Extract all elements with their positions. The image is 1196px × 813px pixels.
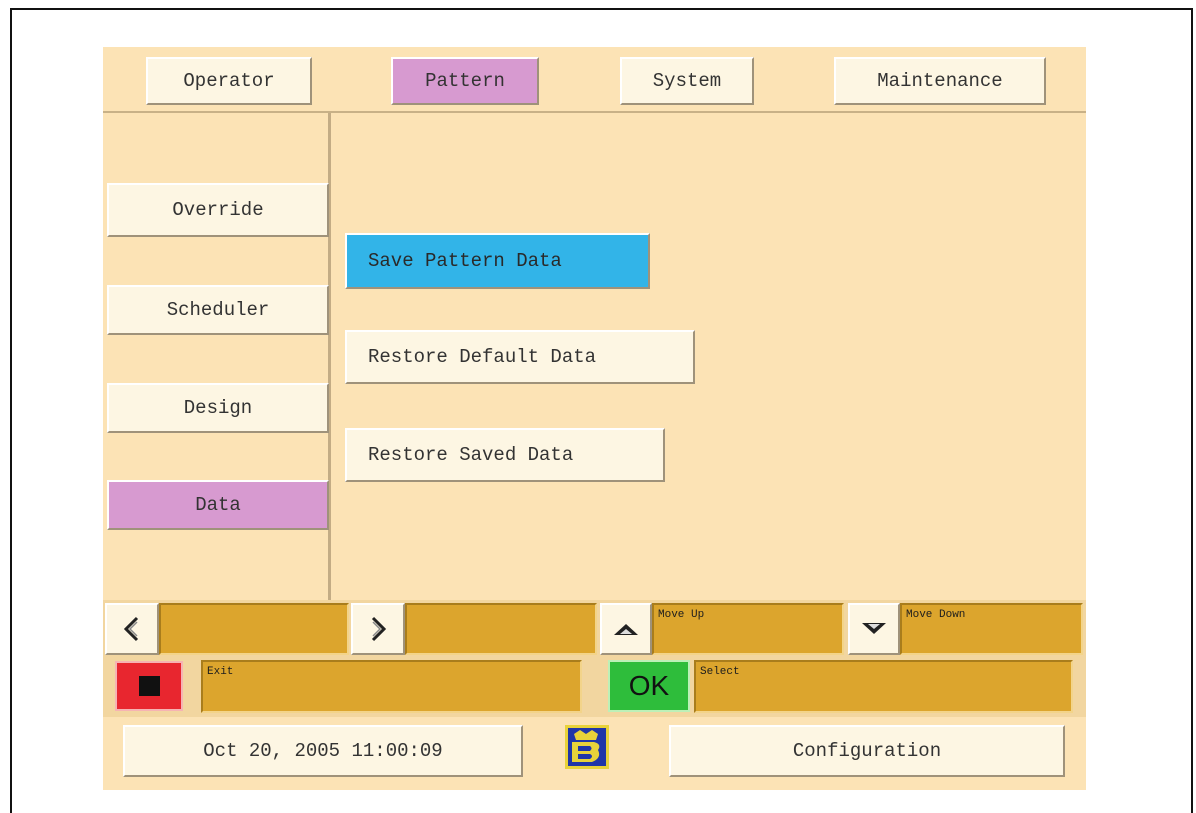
- select-field: Select: [694, 660, 1073, 713]
- tab-operator[interactable]: Operator: [146, 57, 312, 105]
- move-up-field: Move Up: [652, 603, 844, 655]
- datetime-display: Oct 20, 2005 11:00:09: [123, 725, 523, 777]
- configuration-button[interactable]: Configuration: [669, 725, 1065, 777]
- sidebar-item-scheduler[interactable]: Scheduler: [107, 285, 329, 335]
- up-arrow-icon: [614, 624, 638, 635]
- brand-logo-icon[interactable]: [565, 725, 609, 769]
- restore-default-data-button[interactable]: Restore Default Data: [345, 330, 695, 384]
- save-pattern-data-button[interactable]: Save Pattern Data: [345, 233, 650, 289]
- move-down-field: Move Down: [900, 603, 1083, 655]
- move-up-button[interactable]: [600, 603, 652, 655]
- tab-pattern[interactable]: Pattern: [391, 57, 539, 105]
- left-nav-field: [159, 603, 349, 655]
- down-arrow-icon: [862, 623, 886, 634]
- move-down-button[interactable]: [848, 603, 900, 655]
- left-arrow-button[interactable]: [105, 603, 159, 655]
- exit-field: Exit: [201, 660, 582, 713]
- left-arrow-icon: [123, 616, 139, 642]
- right-nav-field: [405, 603, 597, 655]
- hmi-screen: Operator Pattern System Maintenance Over…: [103, 47, 1086, 790]
- navigation-row: Move Up Move Down: [103, 600, 1086, 657]
- ok-button[interactable]: OK: [608, 660, 690, 712]
- action-row: Exit OK Select: [103, 657, 1086, 717]
- status-row: Oct 20, 2005 11:00:09 Configuration: [103, 717, 1086, 790]
- sidebar-item-design[interactable]: Design: [107, 383, 329, 433]
- tab-system[interactable]: System: [620, 57, 754, 105]
- sidebar-item-data[interactable]: Data: [107, 480, 329, 530]
- brand-logo-graphic: [568, 728, 606, 766]
- sidebar-item-override[interactable]: Override: [107, 183, 329, 237]
- stop-icon: [138, 676, 160, 696]
- right-arrow-button[interactable]: [351, 603, 405, 655]
- tab-maintenance[interactable]: Maintenance: [834, 57, 1046, 105]
- sidebar: Override Scheduler Design Data: [103, 113, 331, 602]
- top-tab-bar: Operator Pattern System Maintenance: [103, 47, 1086, 113]
- restore-saved-data-button[interactable]: Restore Saved Data: [345, 428, 665, 482]
- stop-button[interactable]: [115, 661, 183, 711]
- right-arrow-icon: [371, 616, 387, 642]
